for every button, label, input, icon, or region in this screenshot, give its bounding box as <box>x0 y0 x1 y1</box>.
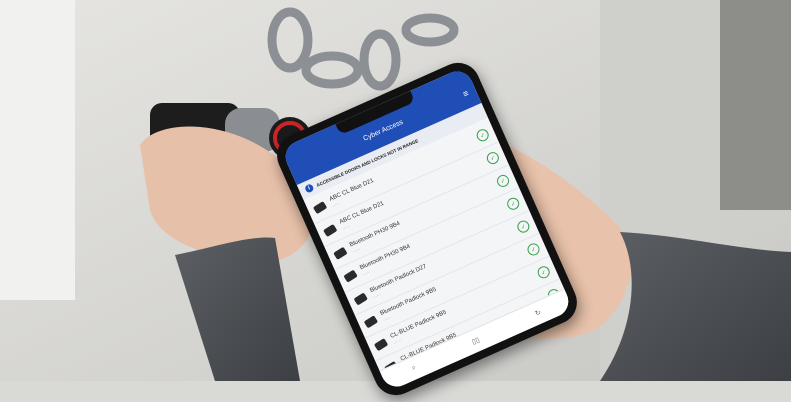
lock-icon <box>312 201 328 215</box>
lock-icon <box>323 223 338 238</box>
refresh-icon[interactable]: ↻ <box>534 308 542 318</box>
lock-icon <box>333 246 348 260</box>
search-icon[interactable]: ⌕ <box>411 364 418 373</box>
nearby-icon[interactable]: ▯▯ <box>471 336 481 347</box>
info-icon[interactable]: i <box>304 183 315 194</box>
right-dark-gap <box>720 0 791 210</box>
left-wall-panel <box>0 0 75 300</box>
lock-icon <box>343 269 358 283</box>
lock-icon <box>363 315 379 329</box>
lock-icon <box>373 338 389 352</box>
lock-icon <box>353 292 368 306</box>
